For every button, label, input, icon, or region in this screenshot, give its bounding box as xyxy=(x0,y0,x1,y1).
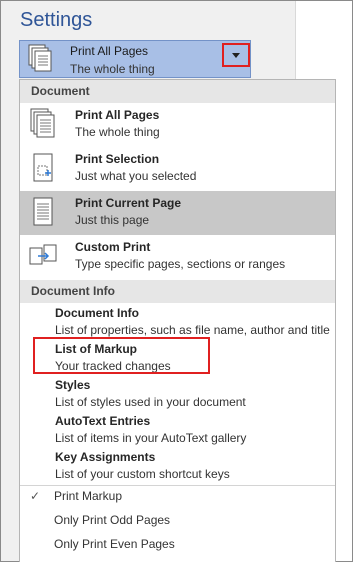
menu-item-title: Print Selection xyxy=(75,152,160,166)
menu-item-print-selection[interactable]: Print Selection Just what you selected xyxy=(20,147,335,191)
chevron-down-icon xyxy=(232,52,240,58)
menu-item-autotext-entries[interactable]: AutoText Entries List of items in your A… xyxy=(20,414,335,450)
menu-item-subtitle: Just this page xyxy=(75,213,150,227)
menu-item-subtitle: List of styles used in your document xyxy=(55,395,246,409)
menu-item-subtitle: List of your custom shortcut keys xyxy=(55,467,230,481)
print-range-dropdown[interactable]: Print All Pages The whole thing xyxy=(19,40,251,78)
option-label: Print Markup xyxy=(54,489,123,503)
highlight-annotation-box xyxy=(33,337,210,374)
custom-print-icon xyxy=(29,240,57,273)
option-label: Only Print Even Pages xyxy=(54,537,175,551)
print-all-pages-icon xyxy=(29,108,57,141)
menu-item-custom-print[interactable]: Custom Print Type specific pages, sectio… xyxy=(20,235,335,279)
print-range-menu: Document Print All Pages The whole thing xyxy=(19,79,336,562)
option-print-markup[interactable]: ✓ Print Markup xyxy=(20,486,335,508)
option-only-print-odd-pages[interactable]: Only Print Odd Pages xyxy=(20,510,335,532)
menu-item-subtitle: Just what you selected xyxy=(75,169,197,183)
section-header-document: Document xyxy=(20,80,335,103)
menu-item-print-current-page[interactable]: Print Current Page Just this page xyxy=(20,191,335,235)
menu-item-subtitle: The whole thing xyxy=(75,125,160,139)
print-current-page-icon xyxy=(29,196,57,229)
menu-item-title: Document Info xyxy=(55,306,139,320)
menu-item-styles[interactable]: Styles List of styles used in your docum… xyxy=(20,378,335,414)
menu-item-title: AutoText Entries xyxy=(55,414,151,428)
print-all-pages-icon xyxy=(27,44,55,74)
menu-item-title: Key Assignments xyxy=(55,450,156,464)
section-header-document-info: Document Info xyxy=(20,280,335,303)
option-label: Only Print Odd Pages xyxy=(54,513,171,527)
menu-item-title: Styles xyxy=(55,378,91,392)
dropdown-subtitle: The whole thing xyxy=(70,62,155,76)
checkmark-icon: ✓ xyxy=(30,489,41,503)
dropdown-title: Print All Pages xyxy=(70,44,149,58)
menu-item-title: Print All Pages xyxy=(75,108,160,122)
menu-item-key-assignments[interactable]: Key Assignments List of your custom shor… xyxy=(20,450,335,486)
menu-item-title: Print Current Page xyxy=(75,196,182,210)
settings-title: Settings xyxy=(20,9,93,31)
dropdown-toggle-button[interactable] xyxy=(222,43,250,67)
option-only-print-even-pages[interactable]: Only Print Even Pages xyxy=(20,534,335,556)
menu-item-print-all-pages[interactable]: Print All Pages The whole thing xyxy=(20,103,335,147)
print-selection-icon xyxy=(29,152,57,185)
menu-item-title: Custom Print xyxy=(75,240,151,254)
menu-item-subtitle: List of items in your AutoText gallery xyxy=(55,431,247,445)
menu-item-subtitle: List of properties, such as file name, a… xyxy=(55,323,330,337)
menu-item-subtitle: Type specific pages, sections or ranges xyxy=(75,257,286,271)
